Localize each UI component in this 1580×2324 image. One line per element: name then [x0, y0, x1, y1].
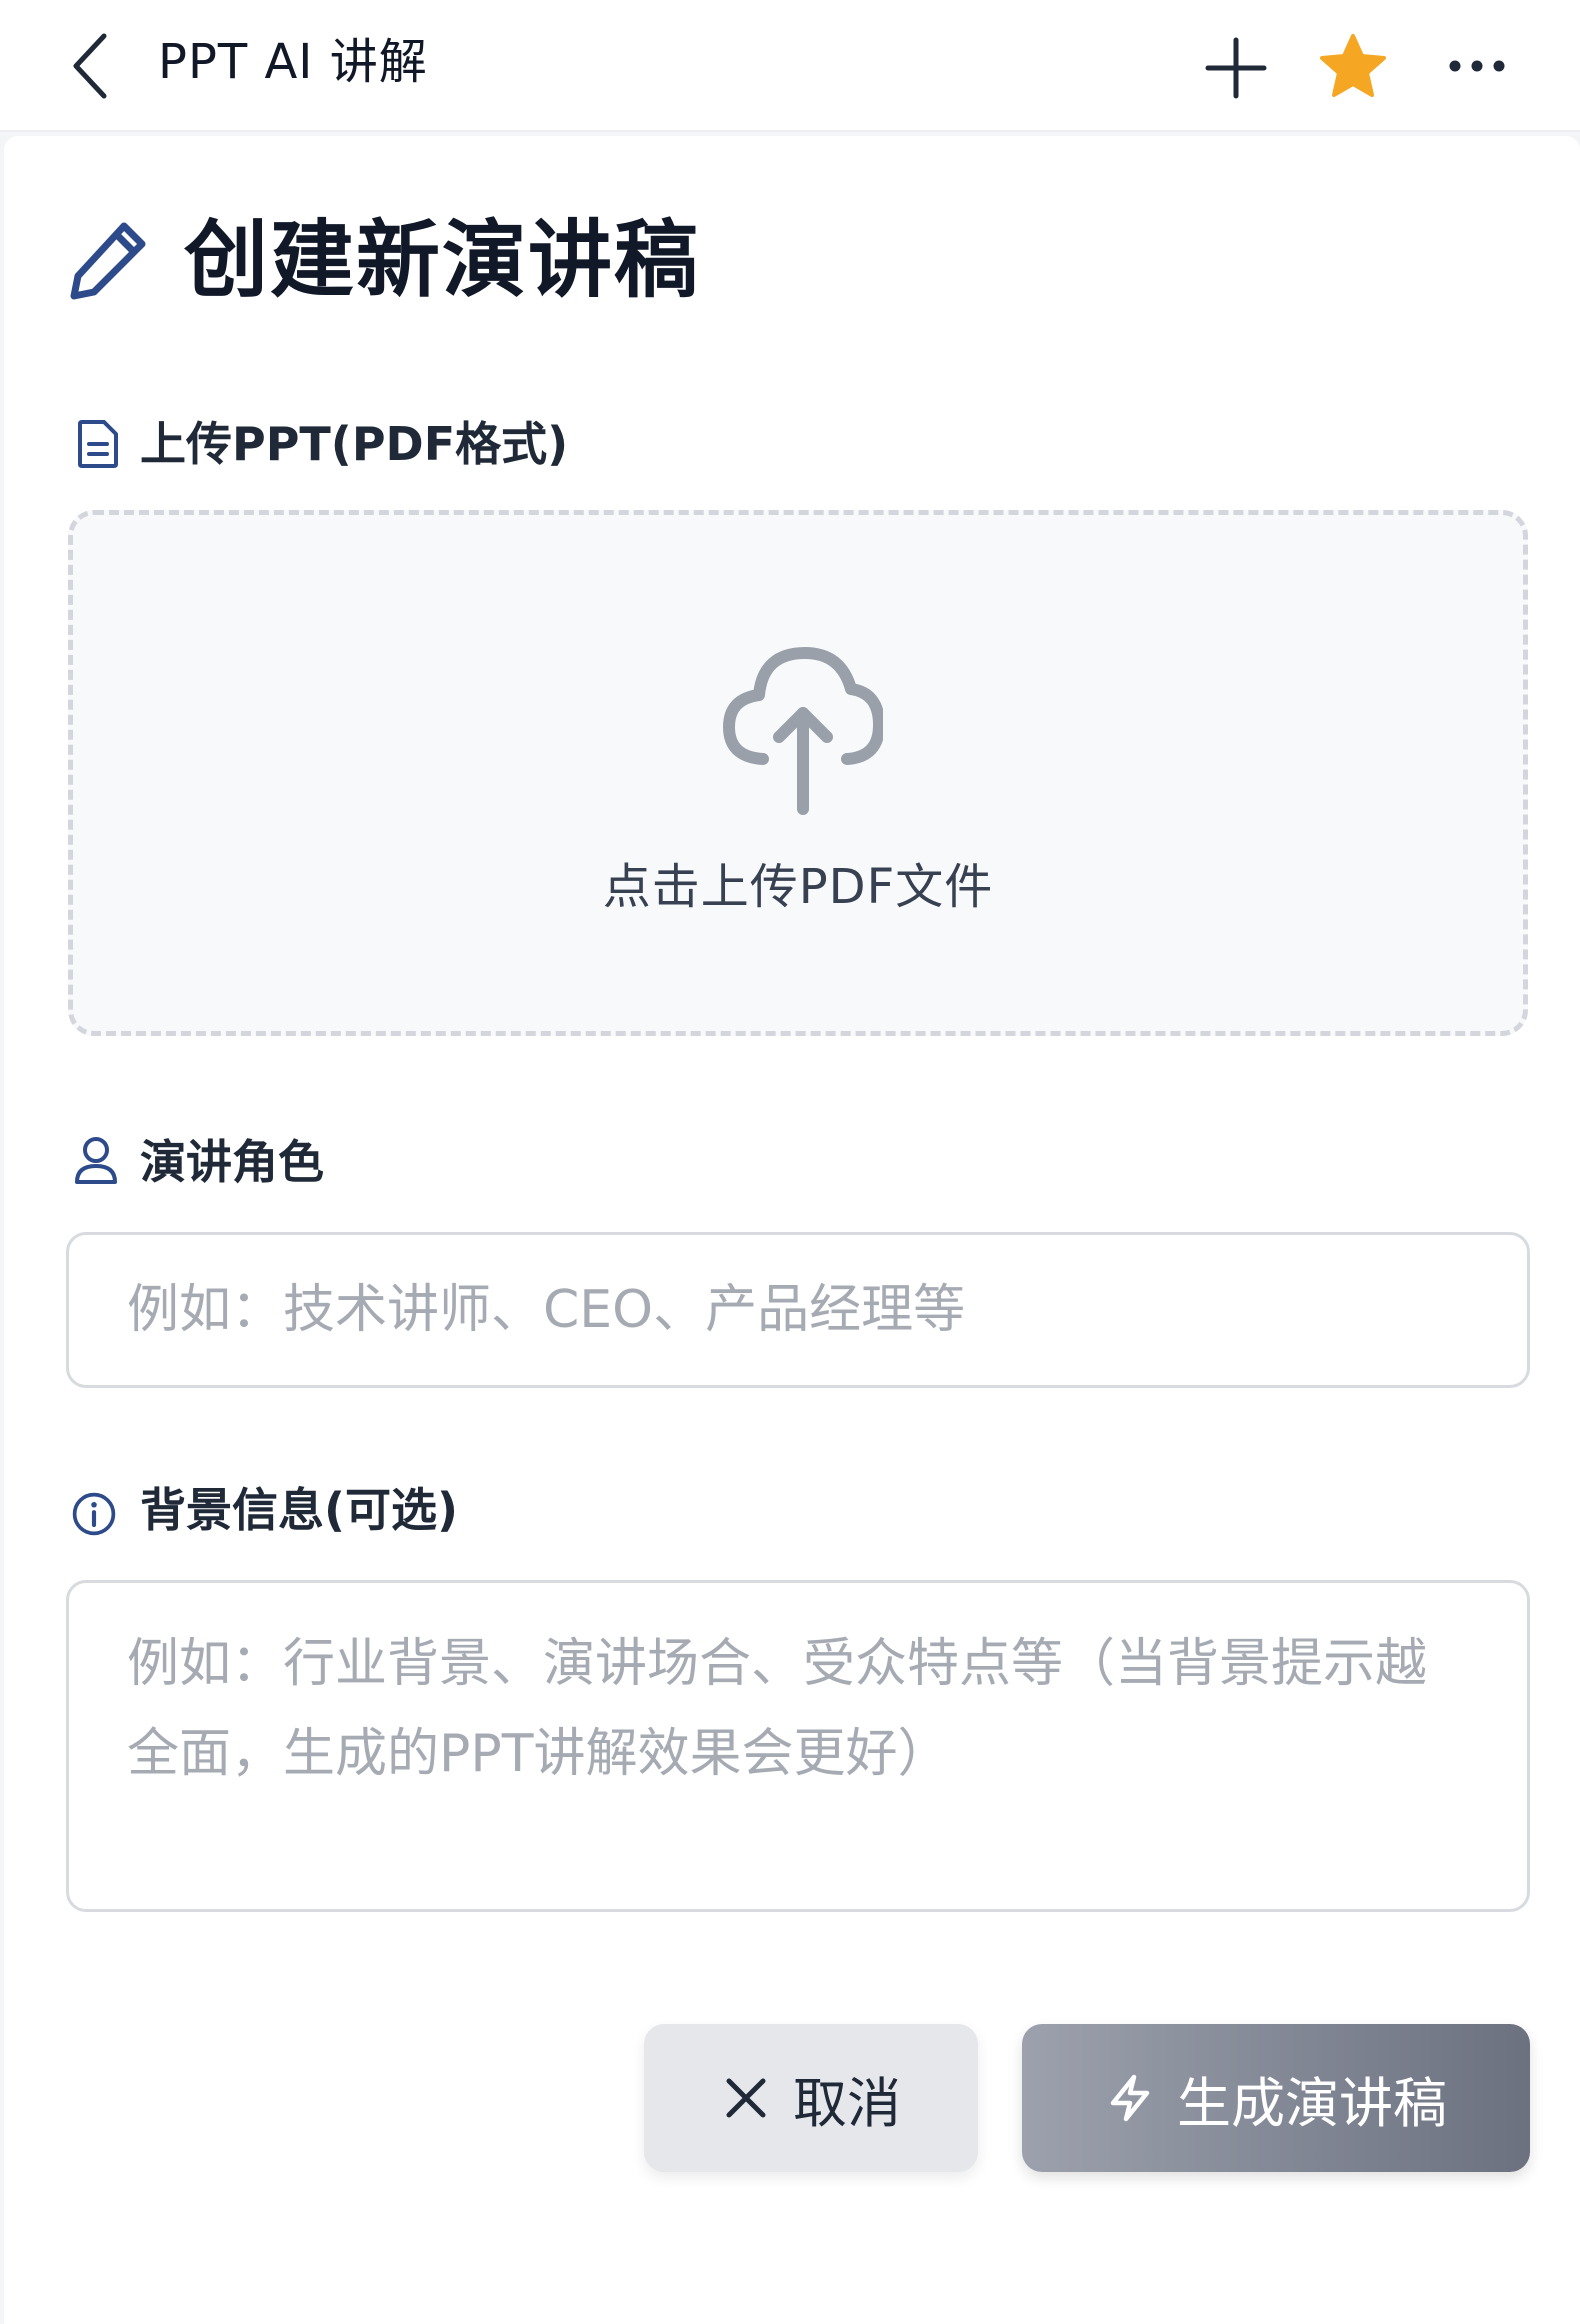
app-title: PPT AI 讲解: [158, 34, 428, 90]
page-title: 创建新演讲稿: [184, 211, 701, 309]
dropzone-text: 点击上传PDF文件: [602, 859, 994, 915]
lightning-icon: [1110, 2074, 1150, 2122]
more-icon[interactable]: [1446, 44, 1508, 88]
user-icon: [75, 1137, 117, 1184]
cancel-button[interactable]: 取消: [644, 2024, 978, 2172]
chevron-left-icon[interactable]: [64, 28, 116, 104]
background-label: 背景信息(可选): [140, 1483, 459, 1537]
plus-icon[interactable]: [1204, 36, 1268, 100]
generate-speech-button[interactable]: 生成演讲稿: [1022, 2024, 1530, 2172]
close-icon: [726, 2078, 766, 2118]
top-bar: PPT AI 讲解: [0, 0, 1580, 132]
pencil-icon: [70, 222, 146, 300]
pdf-upload-dropzone[interactable]: 点击上传PDF文件: [68, 510, 1528, 1036]
upload-label: 上传PPT(PDF格式): [140, 417, 569, 471]
generate-button-label: 生成演讲稿: [1177, 2071, 1447, 2135]
role-input[interactable]: [66, 1232, 1530, 1388]
role-label: 演讲角色: [140, 1135, 324, 1189]
info-icon: [72, 1492, 116, 1536]
cancel-button-label: 取消: [793, 2071, 901, 2135]
star-icon[interactable]: [1318, 32, 1388, 102]
background-textarea[interactable]: [66, 1580, 1530, 1912]
cloud-upload-icon: [723, 647, 883, 815]
document-icon: [78, 420, 118, 468]
